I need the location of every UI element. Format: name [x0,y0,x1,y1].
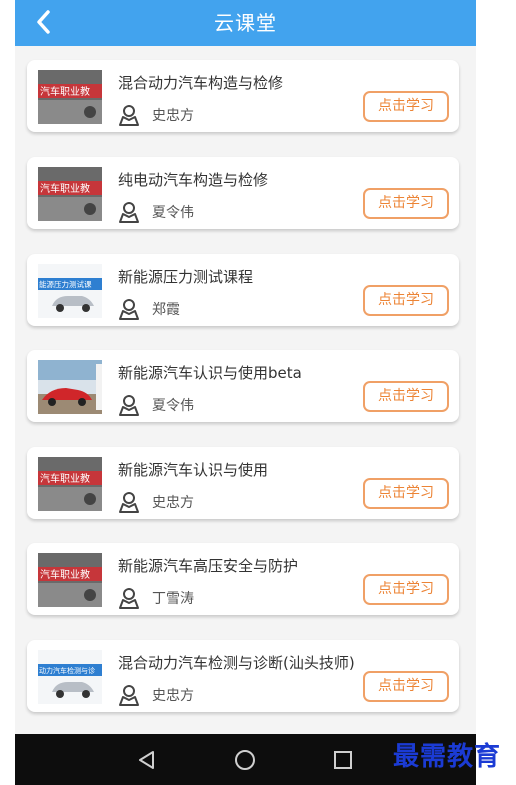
course-card[interactable]: 新能源汽车认识与使用beta 夏令伟 点击学习 [27,350,459,422]
course-thumbnail: 汽车职业教 [38,70,102,124]
person-icon [119,395,139,416]
person-icon [119,105,139,126]
course-card[interactable]: 汽车职业教 新能源汽车高压安全与防护 丁雪涛 点击学习 [27,543,459,615]
course-title: 纯电动汽车构造与检修 [118,171,269,189]
start-learning-button[interactable]: 点击学习 [363,671,449,702]
svg-text:动力汽车检测与诊: 动力汽车检测与诊 [39,666,95,675]
course-thumbnail: 能源压力测试课 [38,264,102,318]
teacher-name: 郑霞 [152,302,180,318]
course-title: 新能源汽车认识与使用beta [118,364,302,382]
course-title: 混合动力汽车构造与检修 [118,74,284,92]
svg-text:能源压力测试课: 能源压力测试课 [39,279,92,289]
teacher-name: 史忠方 [152,495,194,511]
course-thumbnail: 汽车职业教 [38,553,102,607]
course-card[interactable]: 能源压力测试课 新能源压力测试课程 郑霞 点击学习 [27,254,459,326]
person-icon [119,492,139,513]
teacher-row: 夏令伟 [118,394,194,416]
teacher-name: 丁雪涛 [152,591,194,607]
person-icon [119,588,139,609]
course-card[interactable]: 汽车职业教 新能源汽车认识与使用 史忠方 点击学习 [27,447,459,519]
teacher-row: 丁雪涛 [118,587,194,609]
svg-text:汽车职业教: 汽车职业教 [40,568,90,581]
course-card[interactable]: 动力汽车检测与诊 混合动力汽车检测与诊断(汕头技师) 史忠方 点击学习 [27,640,459,712]
svg-text:汽车职业教: 汽车职业教 [40,182,90,195]
teacher-row: 史忠方 [118,491,194,513]
start-learning-button[interactable]: 点击学习 [363,188,449,219]
teacher-name: 史忠方 [152,688,194,704]
nav-recent-button[interactable] [325,742,361,778]
course-title: 新能源汽车高压安全与防护 [118,557,299,575]
app-screen: 云课堂 汽车职业教 混合动力汽车构造与检修 史忠方 点击学习 汽车职业教 纯电动… [15,0,476,785]
person-icon [119,202,139,223]
start-learning-button[interactable]: 点击学习 [363,574,449,605]
start-learning-button[interactable]: 点击学习 [363,91,449,122]
course-card[interactable]: 汽车职业教 混合动力汽车构造与检修 史忠方 点击学习 [27,60,459,132]
course-title: 新能源汽车认识与使用 [118,461,269,479]
course-card[interactable]: 汽车职业教 纯电动汽车构造与检修 夏令伟 点击学习 [27,157,459,229]
course-thumbnail [38,360,102,414]
start-learning-button[interactable]: 点击学习 [363,381,449,412]
page-title: 云课堂 [214,11,277,35]
teacher-row: 夏令伟 [118,201,194,223]
teacher-row: 史忠方 [118,104,194,126]
person-icon [119,685,139,706]
teacher-name: 夏令伟 [152,398,194,414]
app-header: 云课堂 [15,0,476,46]
course-thumbnail: 动力汽车检测与诊 [38,650,102,704]
recent-square-icon [334,751,352,769]
teacher-row: 郑霞 [118,298,180,320]
svg-text:汽车职业教: 汽车职业教 [40,472,90,485]
nav-back-button[interactable] [129,742,165,778]
course-thumbnail: 汽车职业教 [38,167,102,221]
course-thumbnail: 汽车职业教 [38,457,102,511]
course-title: 混合动力汽车检测与诊断(汕头技师) [118,654,355,672]
back-triangle-icon [139,751,154,769]
course-title: 新能源压力测试课程 [118,268,254,286]
start-learning-button[interactable]: 点击学习 [363,285,449,316]
start-learning-button[interactable]: 点击学习 [363,478,449,509]
teacher-name: 夏令伟 [152,205,194,221]
home-circle-icon [235,750,255,770]
watermark-logo: 最需教育 [393,742,502,772]
svg-text:汽车职业教: 汽车职业教 [40,85,90,98]
person-icon [119,299,139,320]
teacher-row: 史忠方 [118,684,194,706]
teacher-name: 史忠方 [152,108,194,124]
nav-home-button[interactable] [227,742,263,778]
